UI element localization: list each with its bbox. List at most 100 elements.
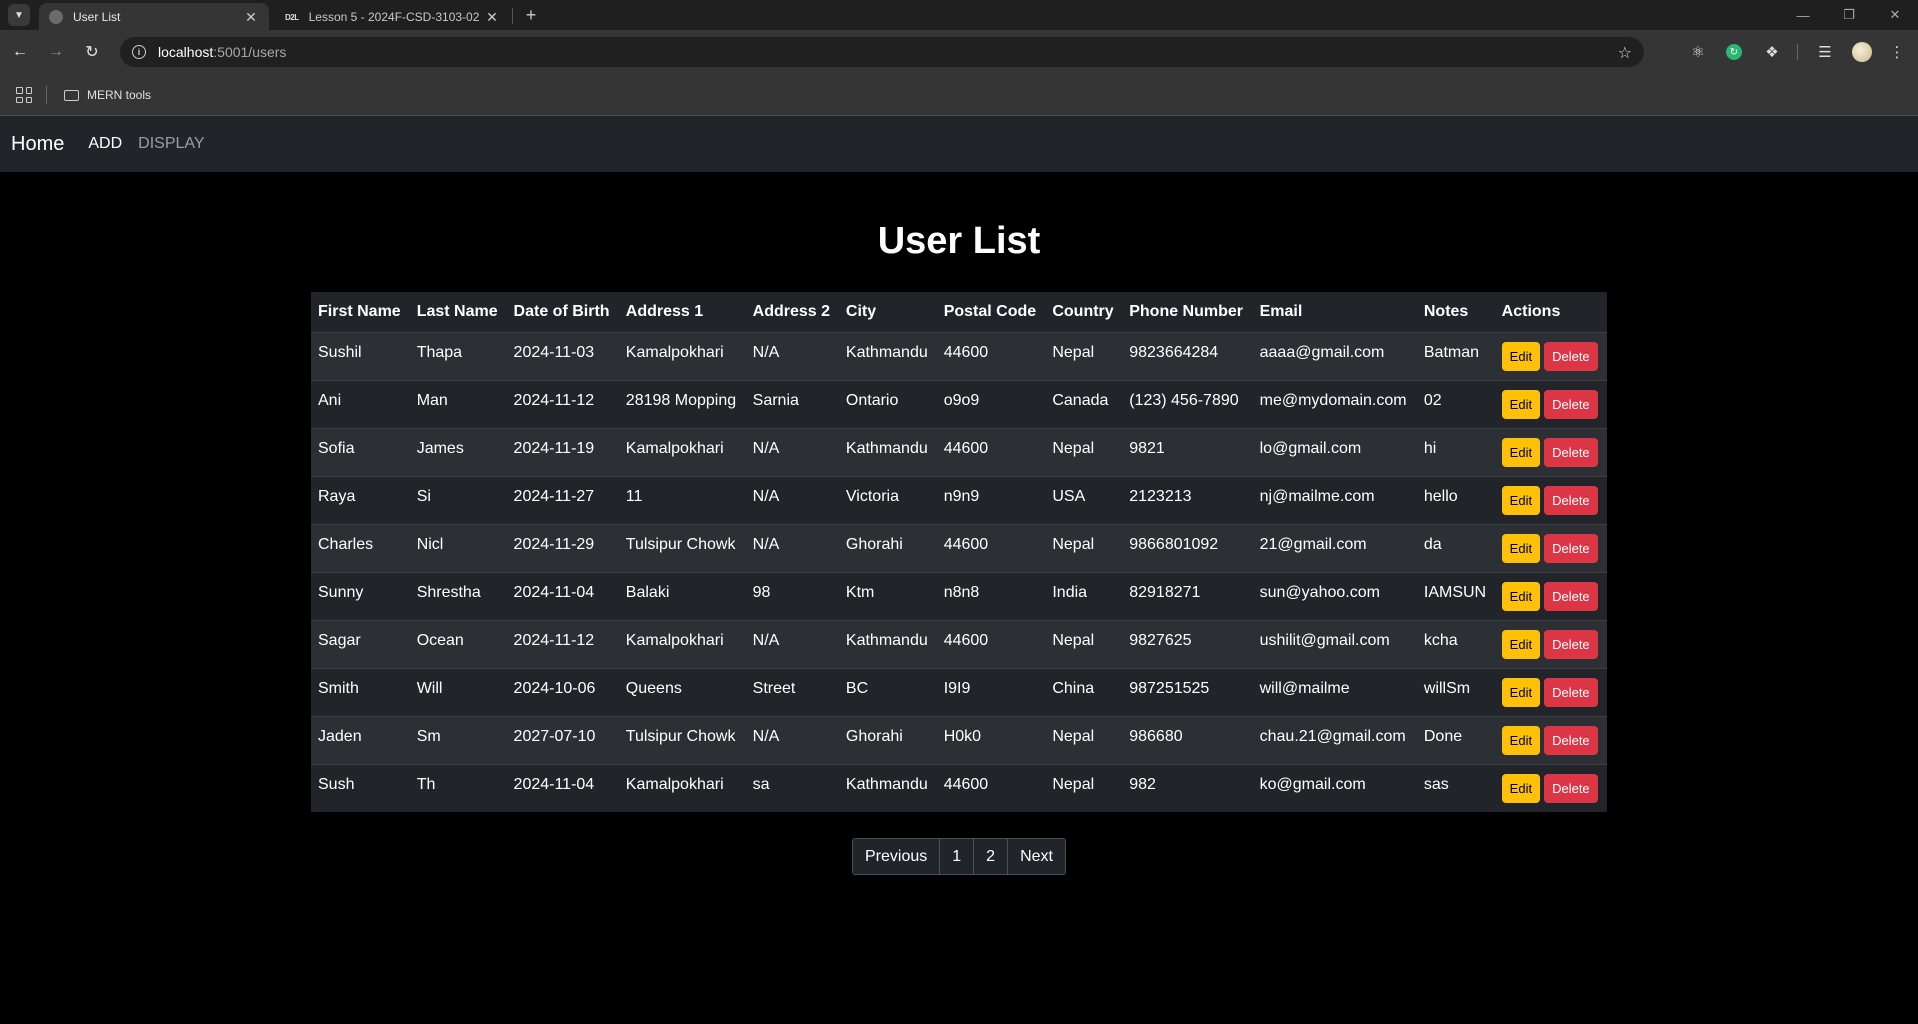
edit-button[interactable]: Edit <box>1501 389 1541 419</box>
table-row: Charles Nicl 2024-11-29 Tulsipur Chowk N/A Gh… <box>311 523 1607 572</box>
minimize-button[interactable]: — <box>1792 4 1814 26</box>
actions-cell: Edit Delete <box>1494 619 1607 668</box>
minimize-icon: — <box>1796 7 1810 23</box>
delete-button[interactable]: Delete <box>1544 629 1598 659</box>
apps-grid-icon[interactable] <box>16 87 32 103</box>
back-button[interactable]: ← <box>8 40 32 64</box>
table-cell: n8n8 <box>936 571 1046 620</box>
column-header: First Name <box>311 292 410 333</box>
table-cell: I9I9 <box>936 667 1046 716</box>
address-bar[interactable]: i localhost:5001/users ☆ <box>120 37 1644 67</box>
table-cell: 9866801092 <box>1122 523 1253 572</box>
delete-button[interactable]: Delete <box>1544 341 1598 371</box>
table-cell: Nepal <box>1045 427 1123 476</box>
tab-search-button[interactable]: ▼ <box>8 4 30 26</box>
sync-extension-icon[interactable]: ↻ <box>1726 44 1742 60</box>
delete-button[interactable]: Delete <box>1544 773 1598 803</box>
info-icon[interactable]: i <box>132 45 146 59</box>
star-icon[interactable]: ☆ <box>1618 43 1632 63</box>
edit-button[interactable]: Edit <box>1501 581 1541 611</box>
restore-button[interactable]: ❐ <box>1838 4 1860 26</box>
table-cell: 2024-11-04 <box>506 571 619 620</box>
table-cell: n9n9 <box>936 475 1046 524</box>
table-cell: 2024-11-27 <box>506 475 619 524</box>
table-cell: aaaa@gmail.com <box>1252 331 1417 380</box>
nav-link-display[interactable]: DISPLAY <box>138 135 204 153</box>
edit-button[interactable]: Edit <box>1501 533 1541 563</box>
pagination-next[interactable]: Next <box>1007 839 1065 874</box>
table-cell: BC <box>838 667 937 716</box>
edit-button[interactable]: Edit <box>1501 725 1541 755</box>
table-cell: N/A <box>745 475 839 524</box>
brand-home-link[interactable]: Home <box>11 133 64 156</box>
arrow-left-icon: ← <box>12 43 28 60</box>
forward-button[interactable]: → <box>44 40 68 64</box>
bookmark-folder-mern-tools[interactable]: MERN tools <box>64 85 151 105</box>
table-cell: 44600 <box>936 331 1046 380</box>
table-cell: chau.21@gmail.com <box>1252 715 1417 764</box>
table-cell: lo@gmail.com <box>1252 427 1417 476</box>
table-cell: 2123213 <box>1122 475 1253 524</box>
edit-button[interactable]: Edit <box>1501 629 1541 659</box>
close-icon[interactable]: ✕ <box>243 9 259 25</box>
reload-button[interactable]: ↻ <box>80 40 104 64</box>
edit-button[interactable]: Edit <box>1501 437 1541 467</box>
pagination-page-1[interactable]: 1 <box>939 839 974 874</box>
table-body: Sushil Thapa 2024-11-03 Kamalpokhari N/A Kath… <box>311 331 1607 812</box>
tab-user-list[interactable]: User List ✕ <box>39 3 269 31</box>
new-tab-button[interactable]: + <box>520 4 542 26</box>
react-devtools-icon[interactable]: ⚛ <box>1687 41 1709 63</box>
profile-avatar[interactable] <box>1852 42 1872 62</box>
table-cell: Kamalpokhari <box>618 619 746 668</box>
url-path: :5001/users <box>213 44 287 60</box>
table-cell: sas <box>1416 763 1495 812</box>
table-cell: 2024-11-04 <box>506 763 619 812</box>
delete-button[interactable]: Delete <box>1544 485 1598 515</box>
table-cell: Ontario <box>838 379 937 428</box>
table-cell: Sarnia <box>745 379 839 428</box>
pagination-page-2[interactable]: 2 <box>973 839 1008 874</box>
table-cell: willSm <box>1416 667 1495 716</box>
table-cell: Nicl <box>409 523 507 572</box>
delete-button[interactable]: Delete <box>1544 389 1598 419</box>
delete-button[interactable]: Delete <box>1544 725 1598 755</box>
close-icon[interactable]: ✕ <box>484 9 500 25</box>
delete-button[interactable]: Delete <box>1544 581 1598 611</box>
table-cell: Tulsipur Chowk <box>618 715 746 764</box>
table-cell: Nepal <box>1045 523 1123 572</box>
column-header: Notes <box>1416 292 1495 333</box>
table-row: Ani Man 2024-11-12 28198 Mopping Sarnia Ontar… <box>311 379 1607 428</box>
more-menu-icon[interactable]: ⋮ <box>1886 41 1908 63</box>
table-cell: N/A <box>745 523 839 572</box>
table-cell: India <box>1045 571 1123 620</box>
table-cell: Smith <box>311 667 410 716</box>
edit-button[interactable]: Edit <box>1501 485 1541 515</box>
edit-button[interactable]: Edit <box>1501 341 1541 371</box>
edit-button[interactable]: Edit <box>1501 773 1541 803</box>
table-cell: nj@mailme.com <box>1252 475 1417 524</box>
column-header: Country <box>1045 292 1123 333</box>
table-cell: 2024-11-03 <box>506 331 619 380</box>
close-window-button[interactable]: ✕ <box>1884 4 1906 26</box>
edit-button[interactable]: Edit <box>1501 677 1541 707</box>
table-cell: Tulsipur Chowk <box>618 523 746 572</box>
delete-button[interactable]: Delete <box>1544 533 1598 563</box>
table-cell: Nepal <box>1045 763 1123 812</box>
delete-button[interactable]: Delete <box>1544 677 1598 707</box>
bookmarks-bar: MERN tools <box>0 74 1918 116</box>
table-cell: me@mydomain.com <box>1252 379 1417 428</box>
table-cell: will@mailme <box>1252 667 1417 716</box>
nav-link-add[interactable]: ADD <box>88 135 122 153</box>
media-controls-icon[interactable]: ☰ <box>1814 41 1836 63</box>
table-cell: Jaden <box>311 715 410 764</box>
table-cell: Done <box>1416 715 1495 764</box>
table-cell: Nepal <box>1045 715 1123 764</box>
table-cell: 21@gmail.com <box>1252 523 1417 572</box>
table-cell: 44600 <box>936 523 1046 572</box>
tab-lesson[interactable]: D2L Lesson 5 - 2024F-CSD-3103-02 ✕ <box>275 3 510 31</box>
delete-button[interactable]: Delete <box>1544 437 1598 467</box>
table-cell: Kamalpokhari <box>618 331 746 380</box>
extensions-icon[interactable]: ❖ <box>1761 41 1783 63</box>
pagination-previous[interactable]: Previous <box>853 839 940 874</box>
actions-cell: Edit Delete <box>1494 763 1607 812</box>
